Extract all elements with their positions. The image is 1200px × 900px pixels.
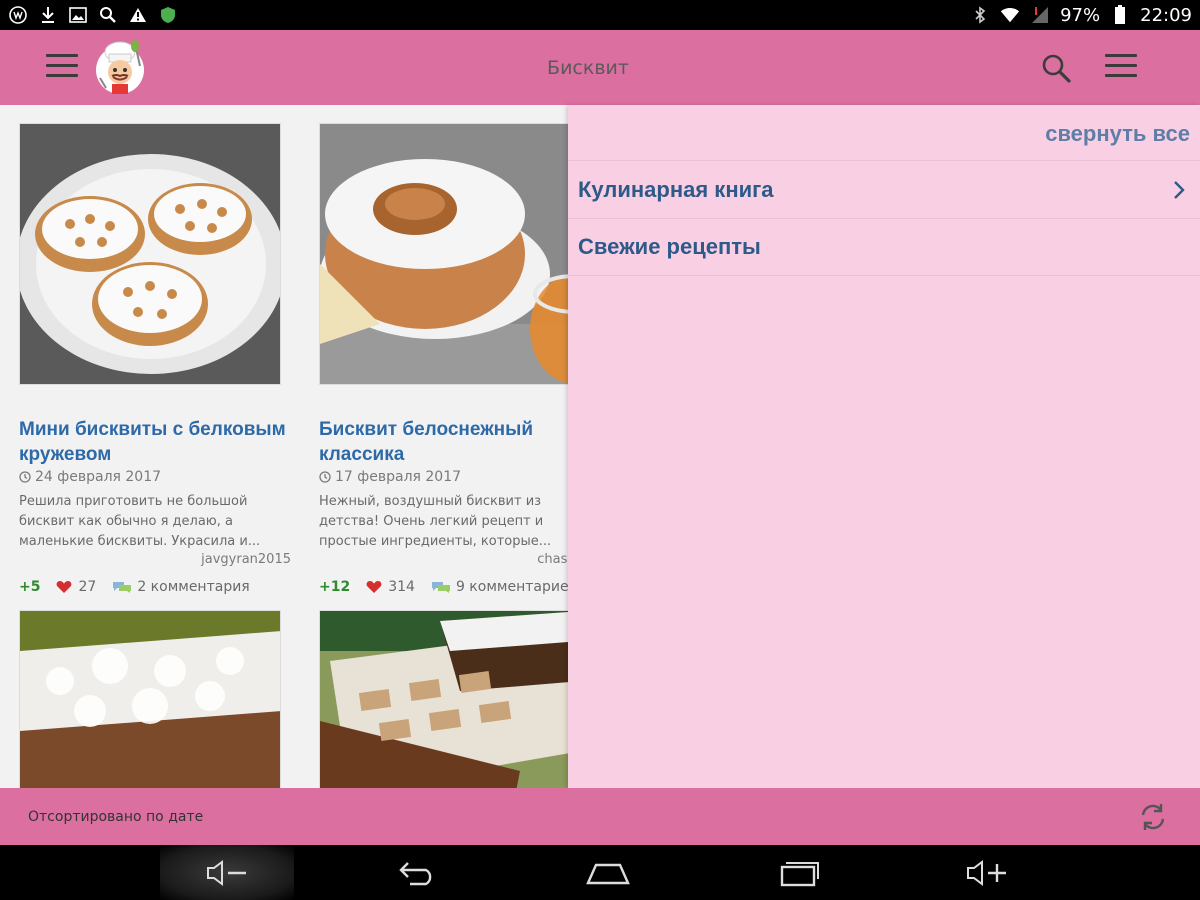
search-button[interactable] xyxy=(1040,52,1072,84)
comments[interactable]: 9 комментариев xyxy=(431,579,568,595)
likes[interactable]: 27 xyxy=(56,579,96,595)
comment-icon xyxy=(113,582,132,593)
recipe-author[interactable]: javgyran2015 xyxy=(19,552,291,567)
drawer-item-cookbook[interactable]: Кулинарная книга xyxy=(568,160,1200,218)
battery-icon xyxy=(1110,5,1130,25)
recipe-description: Решила приготовить не большой бисквит ка… xyxy=(19,494,261,549)
status-bar-left xyxy=(8,5,178,25)
recent-apps-button[interactable] xyxy=(774,857,822,889)
chevron-right-icon xyxy=(1174,181,1185,199)
recipe-image[interactable] xyxy=(319,123,568,385)
comments-count: 9 комментариев xyxy=(455,579,568,595)
page-title: Бисквит xyxy=(547,57,629,79)
menu-line xyxy=(1105,74,1137,77)
recipe-author[interactable]: chasuch xyxy=(319,552,568,567)
shield-icon xyxy=(158,5,178,25)
drawer-item-label: Свежие рецепты xyxy=(578,234,761,259)
status-bar: 97% 22:09 xyxy=(0,0,1200,30)
recipe-title[interactable]: Бисквит белоснежный классика xyxy=(319,417,568,467)
home-icon xyxy=(586,863,630,885)
volume-up-button[interactable] xyxy=(964,857,1012,889)
collapse-all-button[interactable]: свернуть все xyxy=(1045,121,1190,147)
recipe-title[interactable]: Мини бисквиты с белковым кружевом xyxy=(19,417,309,467)
app-notification-icon xyxy=(8,5,28,25)
heart-icon xyxy=(57,581,72,593)
likes-count: 314 xyxy=(388,579,415,595)
recipe-score: +5 xyxy=(19,579,41,595)
likes[interactable]: 314 xyxy=(366,579,415,595)
clock: 22:09 xyxy=(1140,4,1192,26)
recipe-image[interactable] xyxy=(19,123,281,385)
app-bar: Бисквит xyxy=(0,30,1200,105)
volume-up-icon xyxy=(967,860,1006,886)
recipe-date: 24 февраля 2017 xyxy=(19,469,161,485)
recipe-grid: Мини бисквиты с белковым кружевом 24 фев… xyxy=(0,105,568,788)
status-bar-right: 97% 22:09 xyxy=(970,5,1192,26)
drawer-item-fresh-recipes[interactable]: Свежие рецепты xyxy=(568,218,1200,276)
bottom-bar: Отсортировано по дате xyxy=(0,788,1200,845)
sort-label[interactable]: Отсортировано по дате xyxy=(28,809,203,825)
refresh-button[interactable] xyxy=(1137,801,1169,833)
image-icon xyxy=(68,5,88,25)
category-drawer: свернуть все Кулинарная книга Свежие рец… xyxy=(568,105,1200,788)
refresh-icon xyxy=(1141,804,1165,830)
warning-icon xyxy=(128,5,148,25)
wifi-icon xyxy=(1000,5,1020,25)
clock-icon xyxy=(319,471,331,483)
recipe-date-text: 24 февраля 2017 xyxy=(35,469,162,485)
recipe-date-text: 17 февраля 2017 xyxy=(335,469,462,485)
menu-line xyxy=(1105,64,1137,67)
download-icon xyxy=(38,5,58,25)
search-notification-icon xyxy=(98,5,118,25)
recipe-score: +12 xyxy=(319,579,351,595)
menu-line xyxy=(1105,54,1137,57)
recipe-stats: +12 314 9 комментариев xyxy=(319,579,568,595)
recipe-date: 17 февраля 2017 xyxy=(319,469,461,485)
search-icon xyxy=(1042,54,1071,83)
home-button[interactable] xyxy=(584,857,632,889)
system-nav-bar xyxy=(0,845,1200,900)
bluetooth-muted-icon xyxy=(970,5,990,25)
heart-icon xyxy=(366,581,382,593)
drawer-item-label: Кулинарная книга xyxy=(578,176,774,202)
comments-count: 2 комментария xyxy=(137,579,250,595)
recent-apps-icon xyxy=(780,862,819,887)
recipe-image[interactable] xyxy=(319,610,568,788)
comments[interactable]: 2 комментария xyxy=(112,579,250,595)
recipe-stats: +5 27 2 комментария xyxy=(19,579,250,595)
overflow-menu-button[interactable] xyxy=(1105,54,1137,80)
likes-count: 27 xyxy=(78,579,97,595)
volume-down-button[interactable] xyxy=(204,857,252,889)
comment-icon xyxy=(431,582,450,593)
clock-icon xyxy=(19,471,31,483)
recipe-image[interactable] xyxy=(19,610,281,788)
back-button[interactable] xyxy=(394,857,442,889)
signal-icon xyxy=(1030,5,1050,25)
recipe-description: Нежный, воздушный бисквит из детства! Оч… xyxy=(319,494,552,549)
battery-percent: 97% xyxy=(1060,4,1101,26)
volume-down-icon xyxy=(207,860,246,886)
back-icon xyxy=(399,862,432,886)
